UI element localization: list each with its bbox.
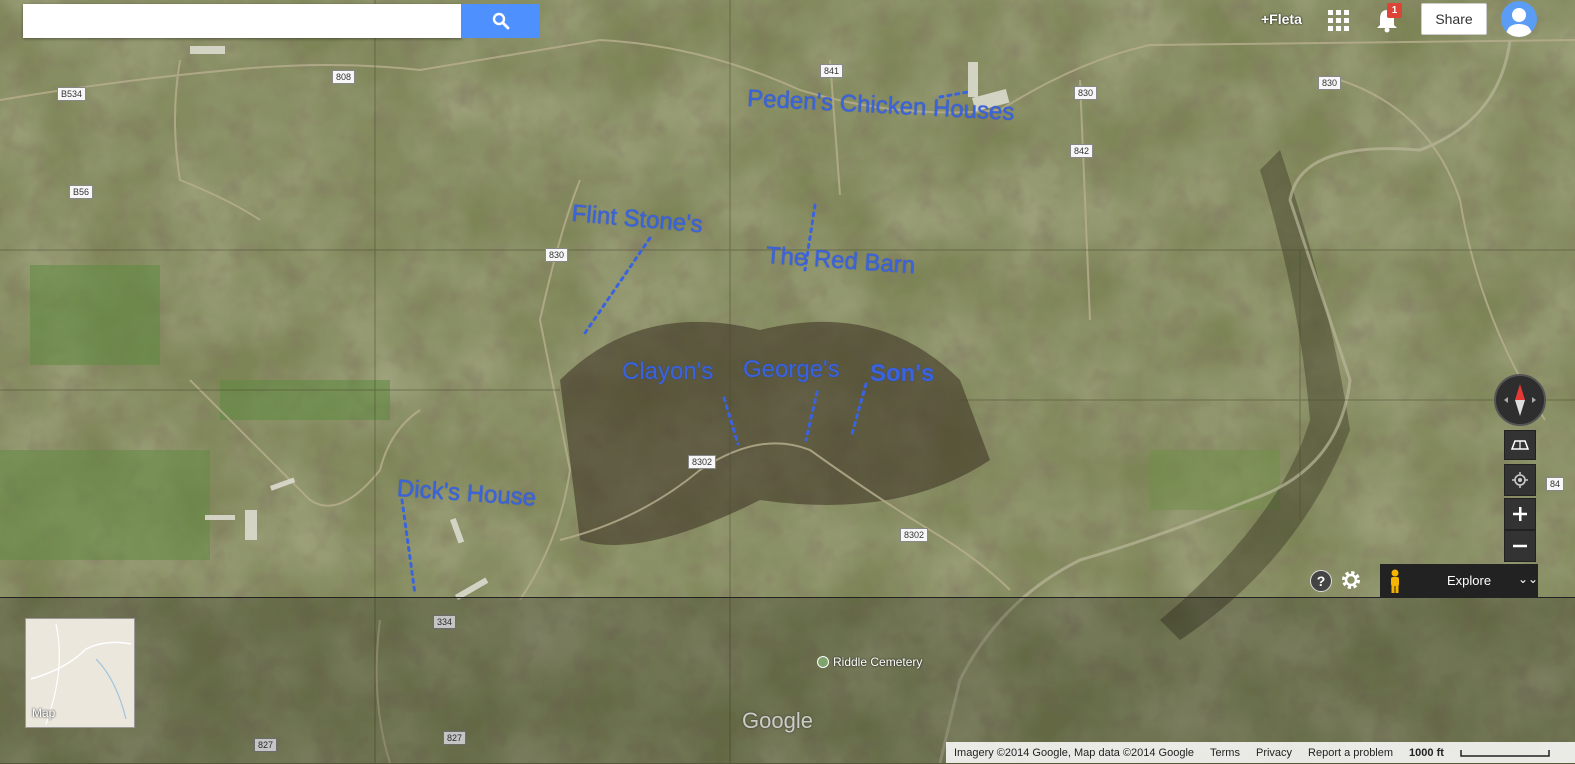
annotation-clayons: Clayon's — [622, 358, 714, 385]
road-shield: 808 — [332, 70, 356, 84]
zoom-in-button[interactable] — [1504, 498, 1536, 530]
chevron-down-icon[interactable]: ⌄⌄ — [1518, 572, 1538, 586]
search-icon — [492, 12, 509, 30]
scale-label[interactable]: 1000 ft — [1409, 747, 1444, 759]
place-marker-icon — [817, 656, 829, 668]
place-name: Riddle Cemetery — [833, 655, 923, 669]
my-location-button[interactable] — [1504, 464, 1536, 496]
avatar[interactable] — [1501, 1, 1537, 37]
road-shield: 8302 — [900, 528, 929, 542]
map-footer: Imagery ©2014 Google, Map data ©2014 Goo… — [946, 742, 1575, 763]
plus-icon — [1513, 507, 1527, 521]
road-shield: 841 — [820, 64, 844, 78]
explore-label: Explore — [1447, 573, 1492, 588]
report-problem-link[interactable]: Report a problem — [1308, 747, 1393, 759]
notification-count-badge: 1 — [1387, 3, 1402, 18]
search-button[interactable] — [461, 4, 540, 38]
road-shield: B534 — [57, 87, 87, 101]
place-label-cemetery[interactable]: Riddle Cemetery — [817, 655, 922, 669]
zoom-out-button[interactable] — [1504, 530, 1536, 562]
scale-bar — [1460, 749, 1550, 757]
road-shield: 830 — [1318, 76, 1342, 90]
pegman-icon[interactable] — [1388, 569, 1402, 593]
road-shield: B56 — [69, 185, 94, 199]
road-shield: 842 — [1070, 144, 1094, 158]
road-shield: 8302 — [688, 455, 717, 469]
annotation-georges: George's — [743, 356, 840, 383]
user-silhouette-icon — [1506, 8, 1532, 37]
road-shield: 830 — [545, 248, 569, 262]
location-target-icon — [1512, 472, 1528, 488]
apps-grid-icon[interactable] — [1328, 10, 1349, 31]
help-icon[interactable]: ? — [1310, 570, 1332, 592]
annotation-sons: Son's — [870, 360, 935, 387]
road-shield: 830 — [1074, 86, 1098, 100]
google-plus-user-link[interactable]: +Fleta — [1261, 11, 1302, 27]
tilt-button[interactable] — [1504, 430, 1536, 460]
attribution-text: Imagery ©2014 Google, Map data ©2014 Goo… — [954, 746, 1195, 759]
road-shield: 84 — [1546, 477, 1565, 491]
explore-bar[interactable]: Explore ⌄⌄ — [1380, 564, 1538, 598]
tilt-icon — [1511, 440, 1529, 450]
search-input[interactable] — [23, 4, 462, 38]
terms-link[interactable]: Terms — [1210, 747, 1240, 759]
privacy-link[interactable]: Privacy — [1256, 747, 1292, 759]
minus-icon — [1513, 544, 1527, 548]
compass-icon — [1504, 384, 1536, 416]
gear-icon[interactable] — [1340, 569, 1362, 591]
minimap-label: Map — [32, 706, 56, 720]
share-button[interactable]: Share — [1421, 3, 1487, 35]
google-logo: Google — [742, 708, 813, 733]
imagery-strip — [0, 597, 1575, 764]
compass-rotate-control[interactable] — [1494, 374, 1546, 426]
